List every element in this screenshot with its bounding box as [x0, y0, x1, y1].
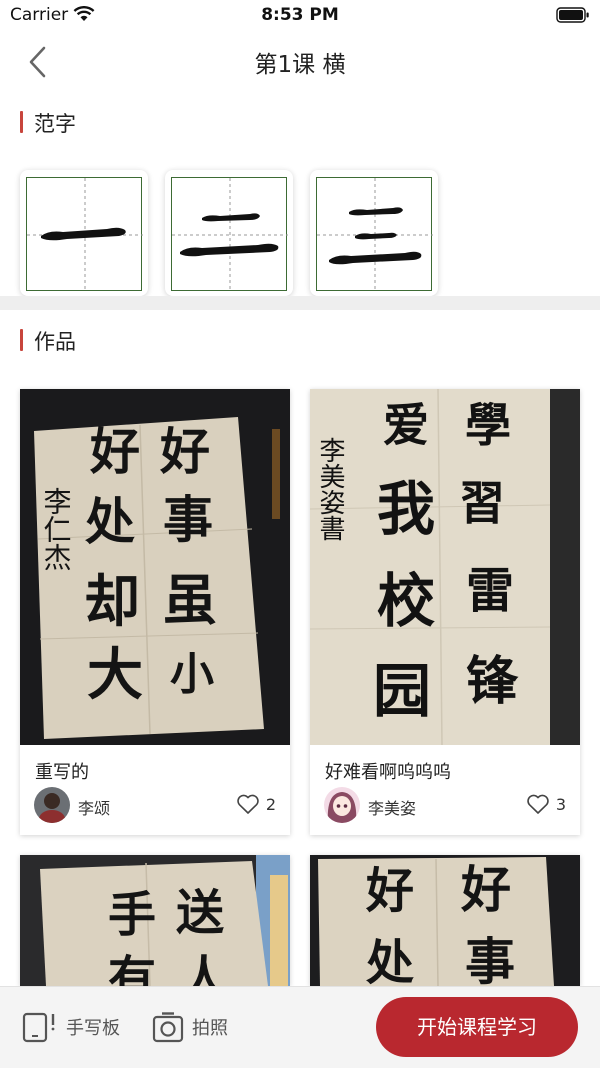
- section-marker: [20, 111, 23, 133]
- photo-char: 校: [377, 567, 435, 635]
- photo-char: 大: [87, 642, 143, 708]
- work-card[interactable]: 爱 我 校 园 學 習 雷 锋 李美姿書 好难看啊呜呜呜 李美姿 3: [310, 389, 580, 835]
- stroke-heng: [41, 227, 126, 241]
- photo-char: 習: [459, 476, 505, 530]
- stroke-heng: [349, 207, 403, 216]
- avatar[interactable]: [324, 787, 360, 823]
- start-course-button[interactable]: 开始课程学习: [376, 997, 578, 1057]
- photo-char: 虽: [163, 568, 217, 632]
- photo-char: 小: [170, 649, 214, 700]
- camera-icon: [152, 1012, 184, 1043]
- photo-char: 园: [373, 657, 431, 725]
- photo-char: 我: [377, 475, 435, 543]
- stroke-heng: [202, 213, 260, 222]
- photo-char: 送: [176, 885, 224, 941]
- sample-tile-er[interactable]: [165, 170, 293, 296]
- photo-char: 雷: [466, 563, 514, 619]
- like-button[interactable]: 2: [236, 793, 276, 817]
- practice-grid: [171, 177, 288, 292]
- camera-label: 拍照: [192, 1018, 228, 1039]
- work-card[interactable]: 手 有 送 人: [20, 855, 290, 986]
- photo-char: 好: [89, 422, 140, 481]
- stroke-heng: [355, 232, 397, 240]
- photo-char: 事: [465, 932, 515, 986]
- like-button[interactable]: 3: [526, 793, 566, 817]
- work-photo: 好 处 却 大 好 事 虽 小 李仁杰: [20, 389, 290, 745]
- photo-signature: 李仁杰: [40, 487, 73, 571]
- photo-char: 事: [163, 490, 213, 549]
- work-card[interactable]: 好 处 好 事: [310, 855, 580, 986]
- page-title: 第1课 横: [254, 52, 346, 78]
- heart-icon: [237, 794, 259, 814]
- camera-button[interactable]: 拍照: [152, 1011, 228, 1043]
- work-card[interactable]: 好 处 却 大 好 事 虽 小 李仁杰 重写的 李颂 2: [20, 389, 290, 835]
- photo-char: 处: [366, 935, 414, 986]
- work-photo: 好 处 好 事: [310, 855, 580, 986]
- work-photo: 爱 我 校 园 學 習 雷 锋 李美姿書: [310, 389, 580, 745]
- photo-char: 學: [465, 398, 511, 452]
- clock: 8:53 PM: [261, 5, 339, 25]
- heart-icon: [527, 794, 549, 814]
- battery-icon: [556, 7, 590, 27]
- section-divider: [0, 296, 600, 310]
- sample-tile-san[interactable]: [310, 170, 438, 296]
- practice-grid: [316, 177, 433, 292]
- photo-char: 手: [108, 887, 156, 943]
- photo-char: 爱: [383, 398, 429, 452]
- status-bar: Carrier 8:53 PM: [0, 0, 600, 32]
- work-caption: 好难看啊呜呜呜: [325, 762, 451, 783]
- practice-grid: [26, 177, 143, 292]
- author-name: 李颂: [78, 799, 111, 818]
- photo-char: 人: [180, 951, 228, 986]
- like-count: 3: [555, 794, 566, 814]
- bottom-toolbar: 手写板 拍照 开始课程学习: [0, 986, 600, 1068]
- tablet-button[interactable]: 手写板: [22, 1011, 120, 1043]
- works-title: 作品: [34, 330, 76, 354]
- avatar[interactable]: [34, 787, 70, 823]
- photo-char: 好: [460, 860, 511, 919]
- samples-title: 范字: [34, 112, 76, 136]
- photo-char: 却: [84, 569, 140, 635]
- section-marker: [20, 329, 23, 351]
- photo-char: 锋: [466, 651, 519, 712]
- tablet-label: 手写板: [66, 1018, 120, 1039]
- work-photo: 手 有 送 人: [20, 855, 290, 986]
- author-name: 李美姿: [368, 799, 417, 818]
- photo-char: 处: [85, 492, 135, 551]
- photo-signature: 李美姿書: [315, 437, 345, 541]
- photo-char: 有: [108, 951, 156, 986]
- like-count: 2: [265, 794, 276, 814]
- nav-bar: 第1课 横: [0, 32, 600, 92]
- stroke-heng: [180, 243, 279, 257]
- photo-char: 好: [159, 422, 210, 481]
- tablet-icon: [22, 1012, 55, 1043]
- sample-tile-yi[interactable]: [20, 170, 148, 296]
- photo-char: 好: [365, 863, 414, 919]
- work-caption: 重写的: [35, 762, 89, 783]
